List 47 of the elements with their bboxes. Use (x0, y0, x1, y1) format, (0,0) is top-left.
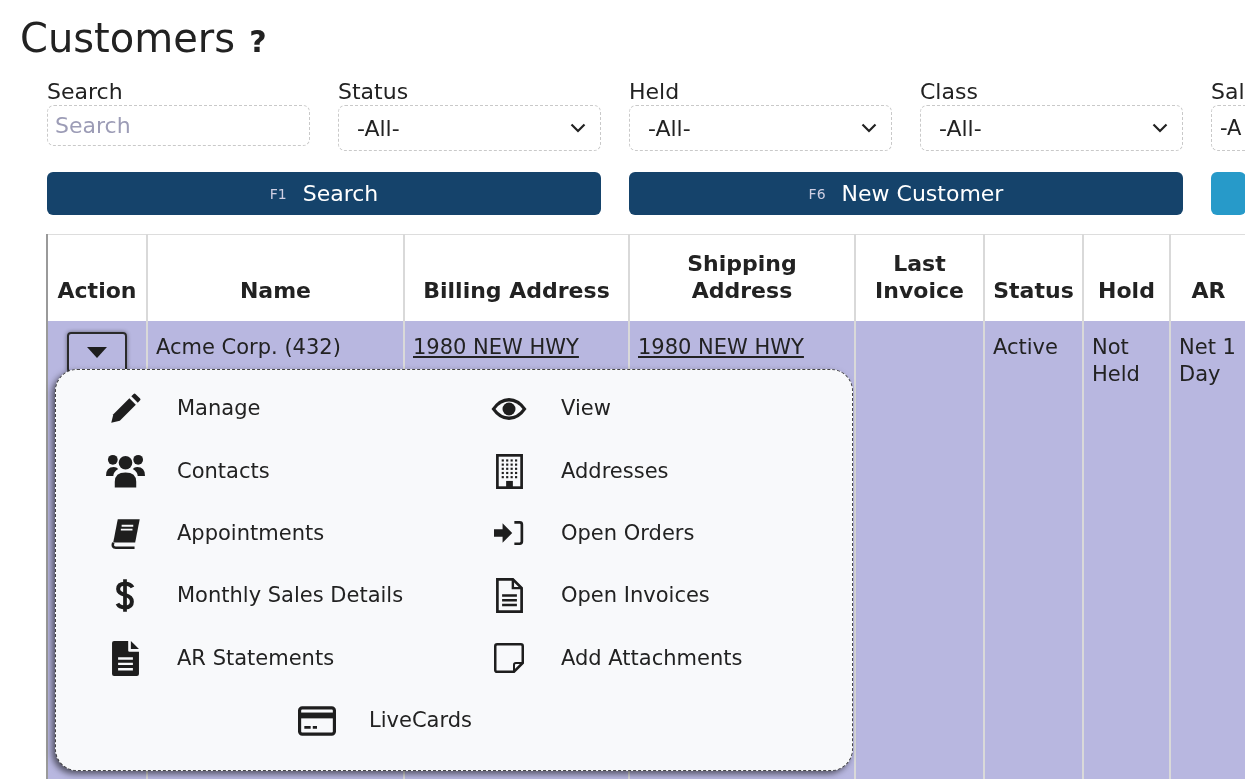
people-icon (105, 454, 145, 489)
table-row[interactable]: Manage View Contacts Addresses Appointments Open Orders Monthly Sales Details Open Invoices AR Statements Add Attachments LiveCards Acme Corp. (432) 1980 NEW HWY 1980 NEW HWY Active Not Held Net 1 Day (47, 320, 1245, 779)
document-icon (111, 640, 139, 676)
filter-label: Status (338, 79, 410, 105)
help-icon[interactable]: ? (249, 27, 267, 57)
dropdown-field[interactable]: -All- (629, 105, 892, 151)
search-field[interactable]: Search (47, 105, 310, 146)
menu-item[interactable]: View (489, 377, 852, 440)
note-icon (494, 643, 524, 674)
dropdown-field[interactable]: -All- (338, 105, 601, 151)
search-button[interactable]: F1 Search (47, 172, 601, 215)
menu-item[interactable]: AR Statements (105, 627, 489, 690)
book-icon (109, 517, 141, 549)
filter-label: Search (47, 79, 124, 105)
chevron-down-icon (1152, 123, 1168, 133)
address-link[interactable]: 1980 NEW HWY (413, 334, 579, 359)
menu-item[interactable]: Monthly Sales Details (105, 564, 489, 628)
document-icon (495, 578, 523, 614)
filter-label: Sal (1211, 79, 1245, 105)
address-link[interactable]: 1980 NEW HWY (638, 334, 804, 359)
menu-item[interactable]: LiveCards (297, 689, 681, 752)
menu-item[interactable]: Addresses (489, 439, 852, 503)
ar-text: Net 1 Day (1179, 333, 1237, 388)
menu-item[interactable]: Open Orders (489, 502, 852, 565)
page-title: Customers (20, 14, 236, 62)
menu-item[interactable]: Contacts (105, 439, 489, 503)
pencil-icon (109, 393, 141, 425)
customer-name: Acme Corp. (432) (156, 333, 341, 361)
arrow-into-bracket-icon (494, 520, 524, 547)
menu-item[interactable]: Appointments (105, 502, 489, 565)
filter-label: Held (629, 79, 681, 105)
menu-item[interactable]: Open Invoices (489, 564, 852, 628)
dropdown-field[interactable]: -A (1211, 105, 1245, 151)
caret-down-icon (87, 346, 107, 358)
eye-icon (491, 396, 527, 421)
chevron-down-icon (570, 123, 586, 133)
menu-item[interactable]: Manage (105, 377, 489, 440)
new-customer-button[interactable]: F6 New Customer (629, 172, 1183, 215)
filter-label: Class (920, 79, 979, 105)
hold-text: Not Held (1092, 333, 1141, 388)
credit-card-icon (298, 705, 336, 736)
building-icon (495, 453, 523, 489)
status-text: Active (993, 333, 1058, 361)
menu-item[interactable]: Add Attachments (489, 627, 852, 690)
dropdown-field[interactable]: -All- (920, 105, 1183, 151)
dollar-sign-icon (115, 578, 135, 614)
chevron-down-icon (861, 123, 877, 133)
